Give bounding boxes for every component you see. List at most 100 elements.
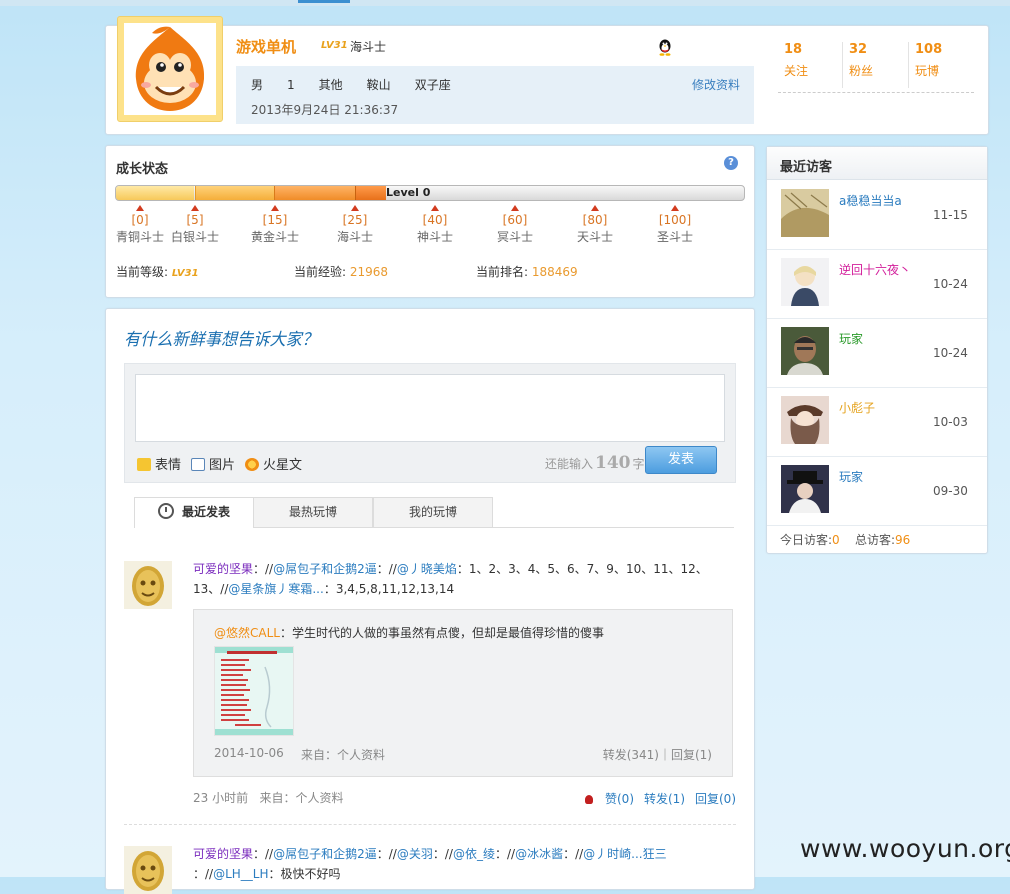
gender: 男	[251, 78, 264, 92]
image-button[interactable]: 图片	[191, 454, 235, 473]
visitor-avatar[interactable]	[781, 327, 829, 375]
post-body: ：极快不好吗	[268, 867, 341, 881]
quoted-image[interactable]	[214, 646, 294, 736]
mention[interactable]: @丿晓美焰	[397, 562, 457, 576]
visitor-avatar[interactable]	[781, 258, 829, 306]
level-progress-bar: Level 0	[115, 185, 745, 201]
visitor-item[interactable]: 玩家 10-24	[767, 318, 987, 388]
mention[interactable]: @冰冰酱	[515, 847, 563, 861]
visitor-counts: 今日访客:0 总访客:96	[780, 531, 910, 548]
post-body: ：1、2、3、4、5、6、7、9、10、11、12、	[456, 562, 708, 576]
current-exp-label: 当前经验:	[294, 265, 347, 279]
post-time: 23 小时前	[193, 791, 249, 805]
profile-attributes: 男 1 其他 鞍山 双子座	[251, 76, 475, 93]
post-actions: 赞(0) 转发(1) 回复(0)	[575, 790, 736, 807]
separator: ：//	[376, 562, 397, 576]
mention[interactable]: @屌包子和企鹅2逼	[273, 562, 377, 576]
level-mark: [0] 青铜斗士	[110, 205, 170, 245]
tab-mine[interactable]: 我的玩博	[373, 497, 493, 527]
level-mark: [15] 黄金斗士	[245, 205, 305, 245]
stat-following[interactable]: 18 关注	[784, 42, 844, 88]
visitor-name[interactable]: 玩家	[839, 330, 863, 347]
quoted-post: @悠然CALL：学生时代的人做的事虽然有点傻，但却是最值得珍惜的傻事 2014-…	[193, 609, 733, 777]
growth-panel: 成长状态 ? Level 0 [0] 青铜斗士 [5] 白银斗士 [15] 黄金斗士 …	[105, 145, 755, 298]
landscape-avatar-icon	[781, 189, 829, 237]
visitor-name[interactable]: a稳稳当当a	[839, 192, 902, 209]
zodiac: 双子座	[414, 78, 451, 92]
triangle-icon	[671, 205, 679, 211]
post-avatar[interactable]	[124, 846, 172, 894]
smiley-icon	[137, 458, 151, 471]
triangle-icon	[591, 205, 599, 211]
tool-label: 表情	[155, 458, 182, 473]
help-icon[interactable]: ?	[724, 156, 738, 170]
mark-title: 神斗士	[416, 230, 453, 244]
mention[interactable]: @丿时崎...狂三	[583, 847, 666, 861]
visitor-item[interactable]: a稳稳当当a 11-15	[767, 180, 987, 250]
reply-button[interactable]: 回复(0)	[695, 792, 736, 806]
post-author[interactable]: 可爱的坚果	[193, 562, 253, 576]
visitor-name[interactable]: 逆回十六夜丶	[839, 261, 911, 278]
stat-label: 玩博	[915, 64, 940, 78]
edit-profile-link[interactable]: 修改资料	[692, 76, 740, 93]
slogan-text: 有什么新鲜事想告诉大家？	[124, 330, 318, 350]
emoji-button[interactable]: 表情	[137, 454, 181, 473]
visitor-name[interactable]: 小彪子	[839, 399, 875, 416]
tool-label: 火星文	[263, 458, 303, 473]
bar-segment	[195, 186, 274, 200]
profile-avatar[interactable]	[117, 16, 223, 122]
mention[interactable]: @星条旗丿寒霜...	[228, 582, 323, 596]
visitor-avatar[interactable]	[781, 465, 829, 513]
quoted-author[interactable]: @悠然CALL	[214, 626, 280, 640]
mark-title: 白银斗士	[170, 230, 219, 244]
visitor-name[interactable]: 玩家	[839, 468, 863, 485]
quoted-body: ：学生时代的人做的事虽然有点傻，但却是最值得珍惜的傻事	[279, 626, 604, 640]
visitor-avatar[interactable]	[781, 396, 829, 444]
tool-label: 图片	[209, 458, 236, 473]
visitor-item[interactable]: 小彪子 10-03	[767, 387, 987, 457]
stat-posts[interactable]: 108 玩博	[908, 42, 975, 88]
level-mark: [60] 冥斗士	[485, 205, 545, 245]
tab-label: 最近发表	[181, 505, 230, 519]
nut-avatar-icon	[124, 561, 172, 609]
post-avatar[interactable]	[124, 561, 172, 609]
profile-rank: 海斗士	[350, 40, 387, 54]
visitor-item[interactable]: 逆回十六夜丶 10-24	[767, 249, 987, 319]
post-input[interactable]	[135, 374, 725, 442]
tab-hottest[interactable]: 最热玩博	[253, 497, 373, 527]
growth-title: 成长状态	[116, 162, 169, 177]
quoted-date: 2014-10-06	[214, 746, 284, 760]
city: 鞍山	[366, 78, 391, 92]
post-author[interactable]: 可爱的坚果	[193, 847, 253, 861]
visitor-item[interactable]: 玩家 09-30	[767, 456, 987, 526]
current-level-value: LV31	[171, 268, 199, 279]
nut-avatar-icon	[124, 846, 172, 894]
monkey-mascot-icon	[135, 26, 205, 111]
forward-button[interactable]: 转发(1)	[644, 792, 685, 806]
mention[interactable]: @屌包子和企鹅2逼	[273, 847, 377, 861]
profile-card: 游戏单机 LV31 海斗士 男 1 其他 鞍山 双子座 2013年9月24日 21:36…	[105, 16, 989, 135]
join-date: 2013年9月24日 21:36:37	[251, 103, 399, 117]
post-body: ：3,4,5,8,11,12,13,14	[323, 582, 455, 596]
field3: 其他	[318, 78, 343, 92]
mark-value: [80]	[582, 213, 608, 227]
current-exp: 当前经验: 21968	[294, 263, 388, 280]
current-level-label: 当前等级:	[116, 265, 169, 279]
remain-prefix: 还能输入	[545, 457, 594, 471]
hat-character-avatar-icon	[781, 465, 829, 513]
post-body: 13、//	[193, 582, 229, 596]
separator: ：//	[432, 847, 453, 861]
tab-latest[interactable]: 最近发表	[134, 497, 254, 528]
composer-box: 表情 图片 火星文 还能输入 140 字 发表	[124, 363, 736, 483]
stat-fans[interactable]: 32 粉丝	[842, 42, 909, 88]
publish-button[interactable]: 发表	[645, 446, 717, 474]
visitor-avatar[interactable]	[781, 189, 829, 237]
mention[interactable]: @依_绫	[453, 847, 495, 861]
mention[interactable]: @LH__LH	[213, 867, 268, 881]
quoted-actions[interactable]: 转发(341)｜回复(1)	[603, 746, 712, 763]
mention[interactable]: @关羽	[397, 847, 433, 861]
like-button[interactable]: 赞(0)	[585, 792, 634, 806]
martian-text-button[interactable]: 火星文	[245, 454, 302, 473]
bar-segment	[274, 186, 355, 200]
qq-penguin-icon[interactable]	[656, 38, 674, 56]
